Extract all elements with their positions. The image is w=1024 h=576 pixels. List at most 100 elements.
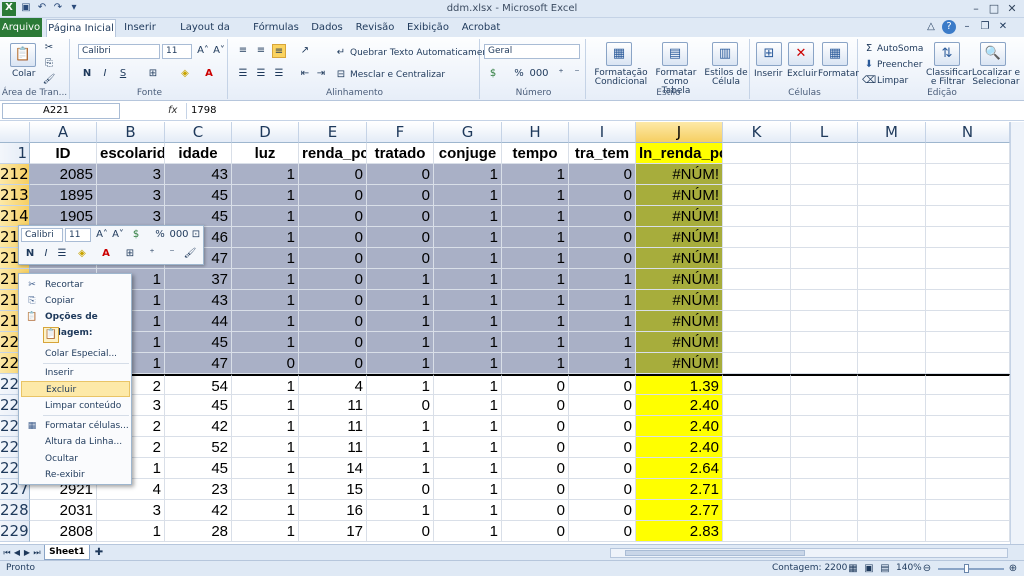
table-cell[interactable]: 1	[367, 332, 434, 353]
table-cell[interactable]	[926, 311, 1010, 332]
table-cell[interactable]: #NÚM!	[636, 353, 723, 374]
table-cell[interactable]	[723, 269, 791, 290]
table-cell[interactable]: 0	[299, 248, 367, 269]
table-cell[interactable]: 1	[569, 269, 636, 290]
table-cell[interactable]	[791, 437, 858, 458]
column-header-i[interactable]: I	[569, 122, 636, 143]
mini-thousands-button[interactable]: 000	[169, 228, 189, 242]
table-cell[interactable]	[926, 458, 1010, 479]
table-cell[interactable]	[926, 353, 1010, 374]
percent-button[interactable]: %	[512, 67, 526, 81]
table-cell[interactable]	[723, 416, 791, 437]
table-cell[interactable]: 1	[434, 437, 502, 458]
mini-shrink-font-icon[interactable]: A˅	[111, 228, 125, 242]
doc-restore-icon[interactable]: ❐	[978, 20, 992, 34]
fill-button[interactable]: Preencher	[877, 60, 922, 70]
new-sheet-icon[interactable]: ✚	[92, 546, 106, 560]
mini-size-select[interactable]: 11	[65, 228, 91, 242]
delete-cells-button[interactable]: Excluir	[787, 69, 817, 79]
currency-icon[interactable]: $	[486, 67, 500, 81]
merge-center-icon[interactable]: ⊟	[334, 68, 348, 82]
table-cell[interactable]: #NÚM!	[636, 227, 723, 248]
table-cell[interactable]: 1	[434, 479, 502, 500]
table-cell[interactable]: #NÚM!	[636, 164, 723, 185]
table-cell[interactable]	[723, 437, 791, 458]
name-box[interactable]: A221	[2, 103, 120, 119]
table-cell[interactable]: 1	[367, 500, 434, 521]
table-cell[interactable]: 1	[502, 332, 569, 353]
clear-icon[interactable]: ⌫	[862, 74, 876, 88]
table-cell[interactable]: 42	[165, 500, 232, 521]
page-break-view-icon[interactable]: ▤	[878, 562, 892, 576]
first-sheet-icon[interactable]: ⏮	[2, 546, 12, 560]
insert-cells-icon[interactable]: ⊞	[756, 42, 782, 66]
conditional-format-button[interactable]: Formatação Condicional	[592, 69, 650, 87]
header-cell[interactable]	[723, 143, 791, 164]
table-cell[interactable]: 52	[165, 437, 232, 458]
table-cell[interactable]	[723, 500, 791, 521]
table-cell[interactable]: 0	[299, 269, 367, 290]
table-cell[interactable]	[858, 437, 926, 458]
decrease-indent-icon[interactable]: ⇤	[298, 67, 312, 81]
tab-home[interactable]: Página Inicial	[46, 19, 116, 38]
table-cell[interactable]	[723, 290, 791, 311]
table-cell[interactable]	[791, 353, 858, 374]
table-cell[interactable]	[791, 458, 858, 479]
table-cell[interactable]: 3	[97, 500, 165, 521]
table-cell[interactable]: 2.40	[636, 416, 723, 437]
table-cell[interactable]	[926, 521, 1010, 542]
table-cell[interactable]	[858, 332, 926, 353]
table-cell[interactable]: 2808	[30, 521, 97, 542]
grow-font-icon[interactable]: A˄	[196, 44, 210, 58]
table-cell[interactable]: 1	[434, 311, 502, 332]
table-cell[interactable]	[926, 185, 1010, 206]
table-cell[interactable]	[791, 521, 858, 542]
table-cell[interactable]: 1	[434, 206, 502, 227]
menu-copy[interactable]: ⎘ Copiar	[21, 293, 130, 309]
table-cell[interactable]: 11	[299, 416, 367, 437]
column-header-f[interactable]: F	[367, 122, 434, 143]
table-cell[interactable]: 43	[165, 164, 232, 185]
column-header-j[interactable]: J	[636, 122, 723, 143]
number-format-select[interactable]: Geral	[484, 44, 580, 59]
column-header-m[interactable]: M	[858, 122, 926, 143]
table-cell[interactable]: 1895	[30, 185, 97, 206]
table-cell[interactable]: 2.83	[636, 521, 723, 542]
table-cell[interactable]: 0	[569, 374, 636, 395]
table-cell[interactable]: 1	[434, 290, 502, 311]
table-cell[interactable]: #NÚM!	[636, 290, 723, 311]
table-cell[interactable]: 0	[367, 227, 434, 248]
table-cell[interactable]: 0	[569, 395, 636, 416]
tab-data[interactable]: Dados	[308, 18, 346, 37]
format-table-icon[interactable]: ▤	[662, 42, 688, 66]
font-color-icon[interactable]: A	[202, 67, 216, 81]
table-cell[interactable]: 0	[569, 416, 636, 437]
table-cell[interactable]: 47	[165, 353, 232, 374]
conditional-format-icon[interactable]: ▦	[606, 42, 632, 66]
tab-acrobat[interactable]: Acrobat	[458, 18, 504, 37]
table-cell[interactable]	[858, 290, 926, 311]
shrink-font-icon[interactable]: A˅	[212, 44, 226, 58]
zoom-slider-thumb[interactable]	[964, 564, 969, 573]
table-cell[interactable]: 0	[569, 521, 636, 542]
table-cell[interactable]: 1	[367, 353, 434, 374]
paste-option-icon[interactable]: 📋	[43, 327, 59, 343]
tab-file[interactable]: Arquivo	[0, 18, 42, 37]
menu-hide[interactable]: Ocultar	[21, 451, 130, 467]
table-cell[interactable]: 11	[299, 437, 367, 458]
table-cell[interactable]: 0	[299, 227, 367, 248]
table-cell[interactable]: #NÚM!	[636, 311, 723, 332]
table-cell[interactable]: 1	[367, 458, 434, 479]
table-cell[interactable]: 1	[434, 521, 502, 542]
italic-button[interactable]: I	[98, 67, 112, 81]
table-cell[interactable]: 1	[434, 500, 502, 521]
table-cell[interactable]	[791, 332, 858, 353]
table-cell[interactable]	[791, 479, 858, 500]
close-button[interactable]: ✕	[1004, 2, 1020, 15]
paste-icon[interactable]: 📋	[10, 43, 36, 67]
table-cell[interactable]: 1	[502, 311, 569, 332]
table-cell[interactable]: 2085	[30, 164, 97, 185]
table-cell[interactable]: 0	[299, 290, 367, 311]
table-cell[interactable]: 0	[569, 185, 636, 206]
table-cell[interactable]: 1	[232, 227, 299, 248]
